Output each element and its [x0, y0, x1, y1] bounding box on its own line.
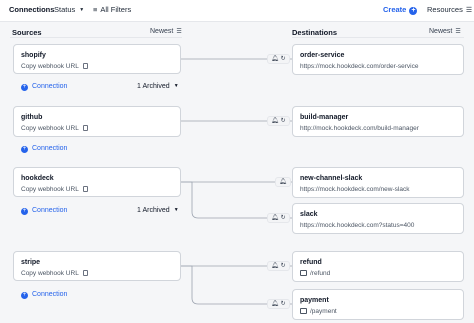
destination-card-build-manager[interactable]: build-manager http://mock.hookdeck.com/b… — [292, 106, 464, 137]
destination-card-order-service[interactable]: order-service https://mock.hookdeck.com/… — [292, 44, 464, 75]
source-name: stripe — [21, 259, 41, 266]
chevron-down-icon: ▼ — [173, 83, 179, 89]
copy-icon — [82, 125, 88, 131]
destination-name: order-service — [300, 52, 345, 59]
copy-url-button[interactable]: Copy webhook URL — [21, 63, 88, 70]
bell-icon[interactable]: 🔔︎ — [271, 263, 279, 269]
connection-controls[interactable]: 🔔︎ ↻ — [267, 54, 290, 64]
plus-icon: + — [21, 292, 28, 299]
source-name: github — [21, 114, 43, 121]
destination-url: /payment — [310, 308, 337, 315]
source-card-shopify[interactable]: shopify Copy webhook URL — [13, 44, 181, 74]
source-name: hookdeck — [21, 175, 54, 182]
copy-url-button[interactable]: Copy webhook URL — [21, 270, 88, 277]
add-connection-link[interactable]: + Connection — [21, 145, 67, 153]
copy-icon — [82, 186, 88, 192]
destination-name: slack — [300, 211, 318, 218]
connection-controls[interactable]: 🔔︎ ↻ — [267, 213, 290, 223]
chevron-down-icon: ▼ — [173, 207, 179, 213]
destination-url: https://mock.hookdeck.com/order-service — [300, 63, 419, 70]
bell-icon[interactable]: 🔔︎ — [279, 179, 287, 185]
copy-url-button[interactable]: Copy webhook URL — [21, 186, 88, 193]
image-icon — [300, 308, 307, 314]
bell-icon[interactable]: 🔔︎ — [271, 215, 279, 221]
add-connection-link[interactable]: + Connection — [21, 207, 67, 215]
copy-url-label: Copy webhook URL — [21, 63, 79, 70]
destination-url: https://mock.hookdeck.com?status=400 — [300, 222, 415, 229]
source-card-hookdeck[interactable]: hookdeck Copy webhook URL — [13, 167, 181, 197]
bell-icon[interactable]: 🔔︎ — [271, 118, 279, 124]
retry-icon[interactable]: ↻ — [281, 263, 286, 269]
retry-icon[interactable]: ↻ — [281, 301, 286, 307]
connection-controls[interactable]: 🔔︎ — [275, 177, 291, 187]
destination-path: /payment — [300, 308, 337, 315]
bell-icon[interactable]: 🔔︎ — [271, 56, 279, 62]
destination-url: http://mock.hookdeck.com/build-manager — [300, 125, 419, 132]
add-connection-link[interactable]: + Connection — [21, 291, 67, 299]
retry-icon[interactable]: ↻ — [281, 215, 286, 221]
retry-icon[interactable]: ↻ — [281, 56, 286, 62]
destination-name: refund — [300, 259, 322, 266]
bell-icon[interactable]: 🔔︎ — [271, 301, 279, 307]
source-name: shopify — [21, 52, 46, 59]
archived-label: 1 Archived — [137, 83, 170, 90]
destination-card-slack[interactable]: slack https://mock.hookdeck.com?status=4… — [292, 203, 464, 234]
connection-label: Connection — [32, 83, 68, 90]
destination-name: payment — [300, 297, 329, 304]
connection-label: Connection — [32, 207, 68, 214]
destination-path: /refund — [300, 270, 330, 277]
connection-label: Connection — [32, 291, 68, 298]
plus-icon: + — [21, 84, 28, 91]
destination-url: /refund — [310, 270, 331, 277]
destination-name: new-channel-slack — [300, 175, 363, 182]
destination-url: https://mock.hookdeck.com/new-slack — [300, 186, 410, 193]
source-card-github[interactable]: github Copy webhook URL — [13, 106, 181, 137]
archived-label: 1 Archived — [137, 207, 170, 214]
connection-controls[interactable]: 🔔︎ ↻ — [267, 299, 290, 309]
plus-icon: + — [21, 146, 28, 153]
connection-controls[interactable]: 🔔︎ ↻ — [267, 116, 290, 126]
copy-url-button[interactable]: Copy webhook URL — [21, 125, 88, 132]
add-connection-link[interactable]: + Connection — [21, 83, 67, 91]
archived-dropdown[interactable]: 1 Archived ▼ — [137, 207, 179, 214]
source-card-stripe[interactable]: stripe Copy webhook URL — [13, 251, 181, 281]
copy-url-label: Copy webhook URL — [21, 270, 79, 277]
retry-icon[interactable]: ↻ — [281, 118, 286, 124]
copy-icon — [82, 270, 88, 276]
copy-url-label: Copy webhook URL — [21, 125, 79, 132]
connection-controls[interactable]: 🔔︎ ↻ — [267, 261, 290, 271]
destination-card-refund[interactable]: refund /refund — [292, 251, 464, 282]
plus-icon: + — [21, 208, 28, 215]
copy-icon — [82, 63, 88, 69]
destination-card-new-channel-slack[interactable]: new-channel-slack https://mock.hookdeck.… — [292, 167, 464, 198]
destination-card-payment[interactable]: payment /payment — [292, 289, 464, 320]
copy-url-label: Copy webhook URL — [21, 186, 79, 193]
connection-label: Connection — [32, 145, 68, 152]
image-icon — [300, 270, 307, 276]
archived-dropdown[interactable]: 1 Archived ▼ — [137, 83, 179, 90]
destination-name: build-manager — [300, 114, 349, 121]
